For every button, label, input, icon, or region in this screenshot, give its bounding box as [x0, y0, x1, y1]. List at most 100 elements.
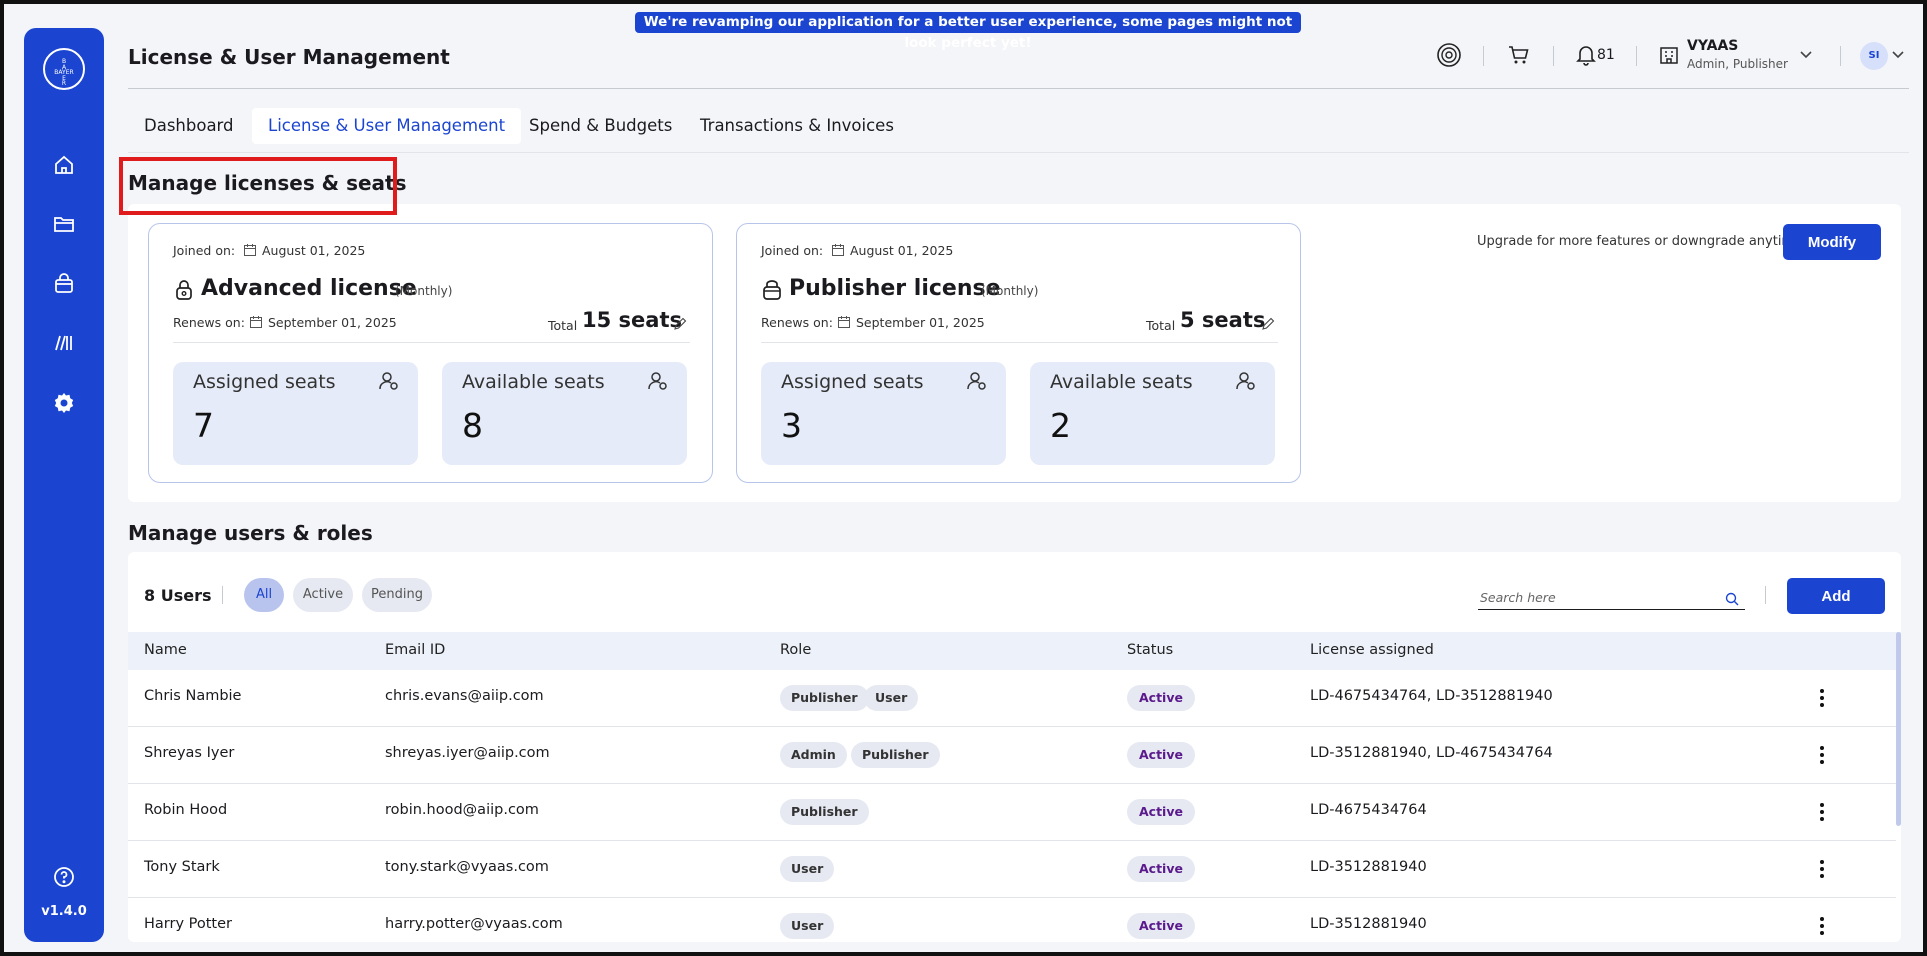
user-name: Chris Nambie: [144, 688, 242, 704]
column-header-license[interactable]: License assigned: [1310, 642, 1434, 658]
renews-label: Renews on:: [761, 315, 833, 330]
lock-icon: [176, 280, 192, 300]
available-seats-box: Available seats 8: [442, 362, 687, 465]
org-role: Admin, Publisher: [1687, 57, 1788, 71]
total-label: Total: [1146, 318, 1176, 333]
kebab-menu-icon[interactable]: [1812, 800, 1832, 824]
user-name: Harry Potter: [144, 916, 232, 932]
table-row[interactable]: Harry Potter harry.potter@vyaas.com User…: [128, 898, 1896, 942]
available-seats-box: Available seats 2: [1030, 362, 1275, 465]
kebab-menu-icon[interactable]: [1812, 857, 1832, 881]
status-badge: Active: [1127, 913, 1195, 939]
filter-all[interactable]: All: [244, 578, 284, 612]
users-section-title: Manage users & roles: [128, 521, 373, 545]
assigned-seats-value: 7: [193, 406, 214, 445]
cart-icon[interactable]: [1506, 42, 1532, 68]
search-icon[interactable]: [1725, 592, 1739, 606]
table-row[interactable]: Chris Nambie chris.evans@aiip.com Publis…: [128, 670, 1896, 727]
total-seats: 5 seats: [1180, 308, 1266, 332]
table-row[interactable]: Tony Stark tony.stark@vyaas.com User Act…: [128, 841, 1896, 898]
calendar-icon: [838, 316, 850, 328]
column-header-name[interactable]: Name: [144, 642, 187, 658]
license-card-publisher: Joined on: August 01, 2025 Publisher lic…: [736, 223, 1301, 483]
table-row[interactable]: Shreyas Iyer shreyas.iyer@aiip.com Admin…: [128, 727, 1896, 784]
edit-pencil-icon[interactable]: [1261, 317, 1275, 331]
kebab-menu-icon[interactable]: [1812, 914, 1832, 938]
bayer-logo[interactable]: B A BAYER E R: [43, 48, 85, 90]
kebab-menu-icon[interactable]: [1812, 743, 1832, 767]
edit-pencil-icon[interactable]: [673, 317, 687, 331]
avatar[interactable]: SI: [1860, 42, 1888, 70]
calendar-icon: [832, 244, 844, 256]
org-chevron-down-icon[interactable]: [1798, 44, 1814, 66]
assigned-seats-box: Assigned seats 3: [761, 362, 1006, 465]
column-header-email[interactable]: Email ID: [385, 642, 445, 658]
revamp-banner: We're revamping our application for a be…: [635, 12, 1301, 51]
renews-label: Renews on:: [173, 315, 245, 330]
bag-icon[interactable]: [51, 271, 77, 297]
search-input[interactable]: [1480, 590, 1710, 605]
role-chip: Publisher: [851, 742, 940, 768]
user-email: chris.evans@aiip.com: [385, 688, 544, 704]
notification-count[interactable]: 81: [1597, 47, 1615, 63]
search-field: [1478, 582, 1745, 610]
user-email: robin.hood@aiip.com: [385, 802, 539, 818]
table-header: Name Email ID Role Status License assign…: [128, 632, 1901, 670]
users-count: 8 Users: [144, 586, 212, 605]
bell-icon[interactable]: [1573, 42, 1599, 68]
modify-button[interactable]: Modify: [1783, 224, 1881, 260]
column-header-role[interactable]: Role: [780, 642, 811, 658]
header-divider: [1840, 46, 1841, 66]
tabs-divider: [128, 152, 1909, 153]
user-name: Tony Stark: [144, 859, 220, 875]
user-gear-icon: [1236, 372, 1255, 390]
renews-date: September 01, 2025: [856, 315, 985, 330]
total-label: Total: [548, 318, 578, 333]
table-scrollbar[interactable]: [1896, 632, 1901, 826]
help-icon[interactable]: [51, 864, 77, 890]
folder-icon[interactable]: [51, 211, 77, 237]
tab-dashboard[interactable]: Dashboard: [128, 108, 250, 144]
user-gear-icon: [648, 372, 667, 390]
tab-spend-budgets[interactable]: Spend & Budgets: [513, 108, 688, 144]
header-divider: [1636, 46, 1637, 66]
tab-license-user-management[interactable]: License & User Management: [252, 108, 522, 144]
tab-transactions-invoices[interactable]: Transactions & Invoices: [684, 108, 910, 144]
kebab-menu-icon[interactable]: [1812, 686, 1832, 710]
add-user-button[interactable]: Add: [1787, 578, 1885, 614]
joined-label: Joined on:: [761, 243, 824, 258]
filter-pending[interactable]: Pending: [362, 578, 432, 612]
avatar-chevron-down-icon[interactable]: [1890, 44, 1906, 66]
app-frame: We're revamping our application for a be…: [0, 0, 1927, 956]
user-email: shreyas.iyer@aiip.com: [385, 745, 550, 761]
assigned-seats-label: Assigned seats: [193, 371, 336, 393]
calendar-icon: [250, 316, 262, 328]
joined-date: August 01, 2025: [850, 243, 954, 258]
role-chip: Publisher: [780, 799, 869, 825]
user-licenses: LD-3512881940: [1310, 859, 1427, 875]
joined-label: Joined on:: [173, 243, 236, 258]
target-icon[interactable]: [1436, 42, 1462, 68]
user-licenses: LD-4675434764, LD-3512881940: [1310, 688, 1553, 704]
renews-date: September 01, 2025: [268, 315, 397, 330]
license-period: (Monthly): [981, 284, 1039, 298]
assigned-seats-value: 3: [781, 406, 802, 445]
available-seats-label: Available seats: [1050, 371, 1193, 393]
table-row[interactable]: Robin Hood robin.hood@aiip.com Publisher…: [128, 784, 1896, 841]
user-email: harry.potter@vyaas.com: [385, 916, 563, 932]
upgrade-text: Upgrade for more features or downgrade a…: [1477, 234, 1808, 249]
users-panel: 8 Users All Active Pending Add Name Emai…: [128, 552, 1901, 942]
status-badge: Active: [1127, 685, 1195, 711]
total-seats: 15 seats: [582, 308, 682, 332]
role-chip: Admin: [780, 742, 847, 768]
library-icon[interactable]: [51, 330, 77, 356]
assigned-seats-label: Assigned seats: [781, 371, 924, 393]
available-seats-value: 2: [1050, 406, 1071, 445]
settings-icon[interactable]: [51, 390, 77, 416]
column-header-status[interactable]: Status: [1127, 642, 1173, 658]
version-label: v1.4.0: [41, 904, 87, 919]
filter-active[interactable]: Active: [293, 578, 353, 612]
available-seats-value: 8: [462, 406, 483, 445]
sidebar: B A BAYER E R v1.4.0: [24, 28, 104, 942]
home-icon[interactable]: [51, 152, 77, 178]
